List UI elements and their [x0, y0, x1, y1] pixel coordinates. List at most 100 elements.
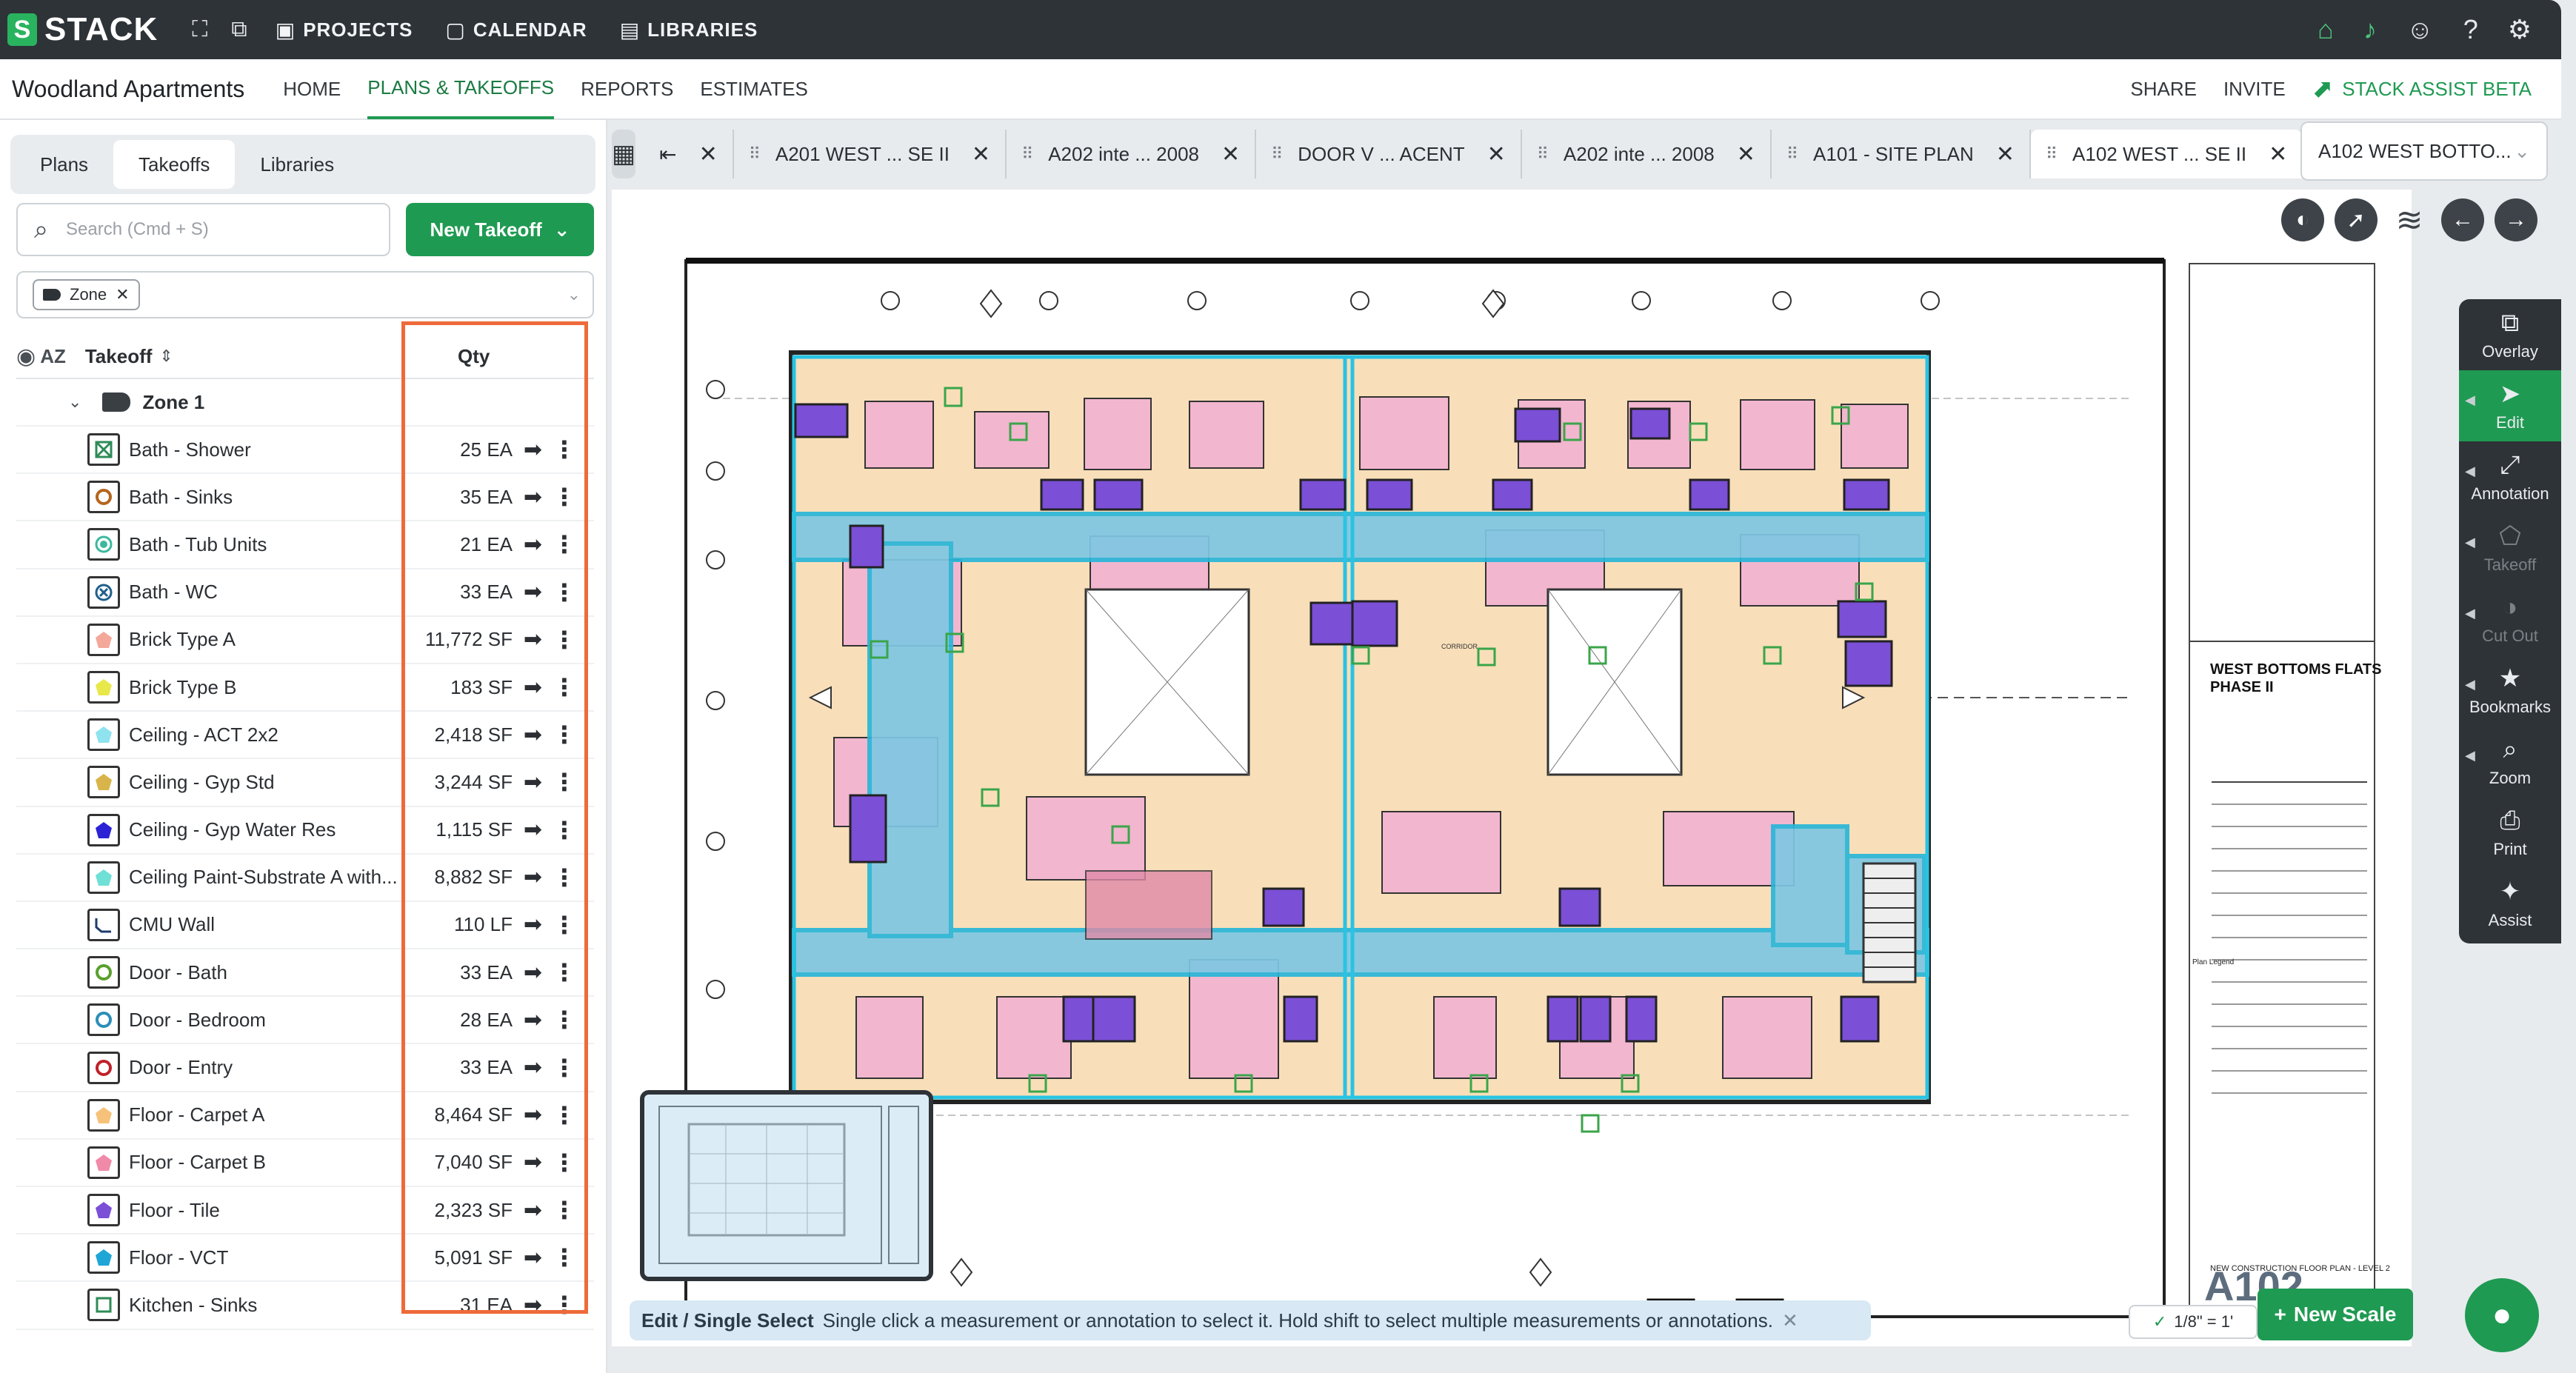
topnav-libraries[interactable]: ▤ LIBRARIES	[620, 18, 758, 42]
more-vertical-icon[interactable]: ⋮	[553, 1006, 576, 1034]
takeoff-row[interactable]: Bath - Shower 25 EA ➡ ⋮	[16, 427, 594, 475]
arrow-right-icon[interactable]: ➡	[524, 817, 542, 843]
help-icon[interactable]: ?	[2463, 14, 2478, 45]
takeoff-row[interactable]: Ceiling - ACT 2x2 2,418 SF ➡ ⋮	[16, 712, 594, 760]
takeoff-row[interactable]: Door - Bath 33 EA ➡ ⋮	[16, 949, 594, 998]
takeoff-type-icon[interactable]	[87, 861, 120, 894]
column-takeoff[interactable]: Takeoff	[85, 345, 153, 368]
sheet-select[interactable]: A102 WEST BOTTO... ⌄	[2300, 121, 2548, 181]
new-takeoff-button[interactable]: New Takeoff ⌄	[406, 203, 594, 256]
takeoff-type-icon[interactable]	[87, 1289, 120, 1322]
filter-field[interactable]: Zone ✕ ⌄	[16, 271, 594, 318]
tool-bookmarks[interactable]: ◀ ★ Bookmarks	[2459, 655, 2561, 726]
zone-row[interactable]: ⌄ Zone 1	[16, 379, 594, 427]
tab-takeoffs[interactable]: Takeoffs	[113, 140, 236, 189]
drag-handle-icon[interactable]: ⠿	[1537, 144, 1549, 164]
search-input[interactable]: ⌕ Search (Cmd + S)	[16, 203, 390, 256]
stack-assist-button[interactable]: ⬈ STACK ASSIST BETA	[2312, 74, 2532, 104]
more-vertical-icon[interactable]: ⋮	[553, 816, 576, 844]
tool-takeoff[interactable]: ◀ ⬠ Takeoff	[2459, 512, 2561, 584]
takeoff-row[interactable]: Ceiling Paint-Substrate A with... 8,882 …	[16, 855, 594, 902]
more-vertical-icon[interactable]: ⋮	[553, 911, 576, 939]
scroll-left-button[interactable]: ⇤ ✕	[644, 130, 734, 178]
takeoff-type-icon[interactable]	[87, 908, 120, 941]
scale-indicator[interactable]: ✓ 1/8" = 1'	[2129, 1305, 2258, 1339]
filter-chip-zone[interactable]: Zone ✕	[33, 279, 140, 310]
takeoff-type-icon[interactable]	[87, 718, 120, 752]
sheet-tab[interactable]: ⠿ A202 inte ... 2008 ✕	[1007, 130, 1257, 178]
more-vertical-icon[interactable]: ⋮	[553, 483, 576, 511]
takeoff-row[interactable]: Bath - Sinks 35 EA ➡ ⋮	[16, 474, 594, 522]
brand-logo[interactable]: S STACK	[7, 11, 158, 48]
more-vertical-icon[interactable]: ⋮	[553, 1101, 576, 1129]
takeoff-type-icon[interactable]	[87, 575, 120, 609]
expand-left-icon[interactable]: ◀	[2465, 748, 2475, 764]
more-vertical-icon[interactable]: ⋮	[553, 578, 576, 607]
chat-button[interactable]: ●	[2465, 1278, 2539, 1352]
arrow-right-icon[interactable]: ➡	[524, 1007, 542, 1033]
users-icon[interactable]: ☺	[2406, 14, 2434, 45]
takeoff-type-icon[interactable]	[87, 433, 120, 467]
tool-annotation[interactable]: ◀ ⤢ Annotation	[2459, 441, 2561, 512]
more-vertical-icon[interactable]: ⋮	[553, 768, 576, 796]
arrow-right-icon[interactable]: ➡	[524, 1292, 542, 1318]
sheet-tab[interactable]: ⠿ A102 WEST ... SE II ✕	[2030, 130, 2304, 178]
more-vertical-icon[interactable]: ⋮	[553, 435, 576, 464]
takeoff-row[interactable]: Floor - Carpet A 8,464 SF ➡ ⋮	[16, 1092, 594, 1140]
takeoff-type-icon[interactable]	[87, 1241, 120, 1275]
expand-left-icon[interactable]: ◀	[2465, 535, 2475, 550]
tab-libraries[interactable]: Libraries	[235, 140, 359, 189]
takeoff-row[interactable]: Door - Entry 33 EA ➡ ⋮	[16, 1044, 594, 1092]
takeoff-row[interactable]: Bath - WC 33 EA ➡ ⋮	[16, 569, 594, 617]
sort-az-icon[interactable]: AZ	[40, 345, 66, 368]
close-icon[interactable]: ✕	[1782, 1309, 1798, 1332]
takeoff-row[interactable]: Brick Type A 11,772 SF ➡ ⋮	[16, 617, 594, 664]
more-vertical-icon[interactable]: ⋮	[553, 1196, 576, 1224]
tab-reports[interactable]: REPORTS	[581, 59, 673, 119]
tool-cut-out[interactable]: ◀ ◑ Cut Out	[2459, 584, 2561, 655]
arrow-right-icon[interactable]: ➡	[524, 675, 542, 701]
takeoff-row[interactable]: Ceiling - Gyp Water Res 1,115 SF ➡ ⋮	[16, 807, 594, 855]
close-icon[interactable]: ✕	[1487, 141, 1506, 167]
drag-handle-icon[interactable]: ⠿	[1021, 144, 1033, 164]
sheet-tab[interactable]: ⠿ A201 WEST ... SE II ✕	[734, 130, 1007, 178]
close-icon[interactable]: ✕	[699, 141, 718, 167]
close-icon[interactable]: ✕	[1737, 141, 1755, 167]
takeoff-row[interactable]: Floor - Tile 2,323 SF ➡ ⋮	[16, 1187, 594, 1235]
tool-print[interactable]: ⎙ Print	[2459, 797, 2561, 868]
takeoff-type-icon[interactable]	[87, 956, 120, 989]
layers-icon[interactable]: ≋	[2388, 198, 2431, 241]
arrow-right-icon[interactable]: ➡	[524, 769, 542, 795]
more-vertical-icon[interactable]: ⋮	[553, 863, 576, 892]
takeoff-type-icon[interactable]	[87, 1146, 120, 1179]
takeoff-type-icon[interactable]	[87, 1003, 120, 1037]
more-vertical-icon[interactable]: ⋮	[553, 1149, 576, 1177]
takeoff-type-icon[interactable]	[87, 1098, 120, 1132]
topnav-calendar[interactable]: ▢ CALENDAR	[445, 18, 587, 42]
takeoff-type-icon[interactable]	[87, 766, 120, 799]
more-vertical-icon[interactable]: ⋮	[553, 530, 576, 558]
user-settings-icon[interactable]: ⚙	[2508, 14, 2532, 45]
tab-estimates[interactable]: ESTIMATES	[700, 59, 807, 119]
arrow-right-icon[interactable]: ➡	[524, 722, 542, 748]
arrow-right-icon[interactable]: ➡	[524, 437, 542, 463]
arrow-right-icon[interactable]: ➡	[524, 627, 542, 652]
takeoff-type-icon[interactable]	[87, 813, 120, 846]
expand-left-icon[interactable]: ◀	[2465, 464, 2475, 479]
bell-icon[interactable]: ♪	[2363, 14, 2377, 45]
more-vertical-icon[interactable]: ⋮	[553, 673, 576, 701]
arrow-right-icon[interactable]: ➡	[524, 532, 542, 558]
share-button[interactable]: SHARE	[2130, 78, 2197, 101]
takeoff-row[interactable]: Kitchen - Sinks 31 EA ➡ ⋮	[16, 1282, 594, 1330]
sheet-tab[interactable]: ⠿ A101 - SITE PLAN ✕	[1772, 130, 2031, 178]
forward-arrow-icon[interactable]: →	[2495, 198, 2537, 241]
takeoff-row[interactable]: Brick Type B 183 SF ➡ ⋮	[16, 664, 594, 712]
takeoff-type-icon[interactable]	[87, 1051, 120, 1084]
topnav-projects[interactable]: ▣ PROJECTS	[276, 18, 413, 42]
tool-edit[interactable]: ◀ ➤ Edit	[2459, 370, 2561, 441]
arrow-right-icon[interactable]: ➡	[524, 484, 542, 510]
tool-assist[interactable]: ✦ Assist	[2459, 868, 2561, 939]
close-icon[interactable]: ✕	[2269, 141, 2287, 167]
close-icon[interactable]: ✕	[116, 285, 129, 304]
more-vertical-icon[interactable]: ⋮	[553, 626, 576, 654]
